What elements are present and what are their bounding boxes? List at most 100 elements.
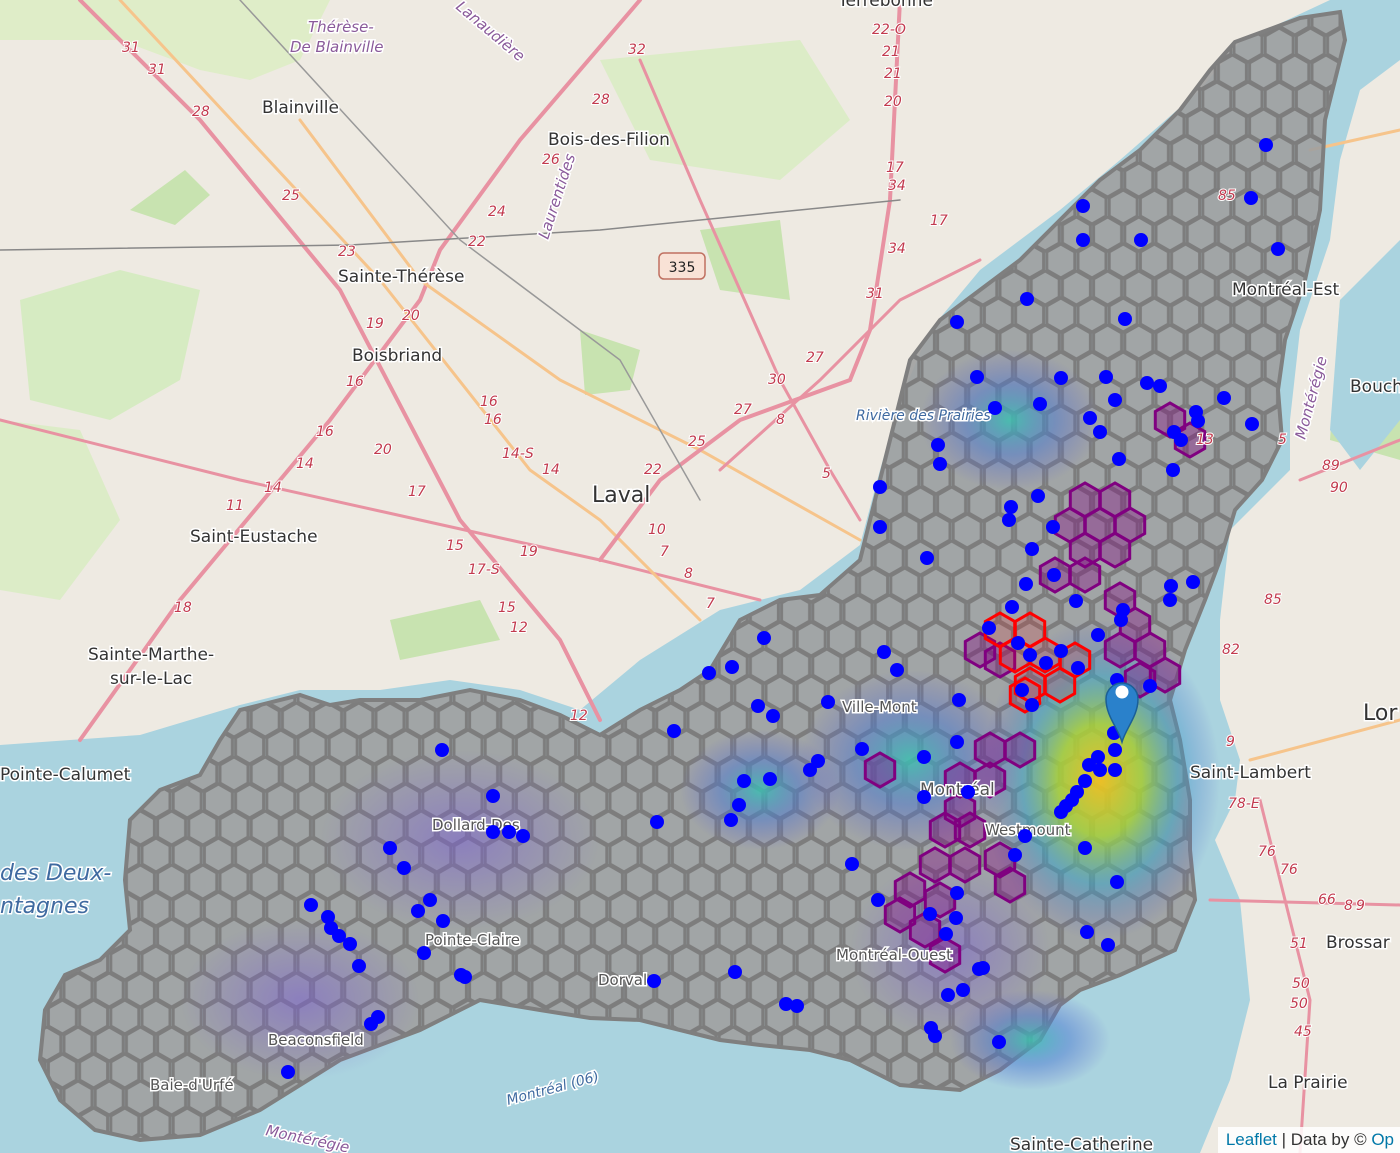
data-point[interactable] bbox=[931, 438, 945, 452]
data-point[interactable] bbox=[1191, 414, 1205, 428]
data-point[interactable] bbox=[725, 660, 739, 674]
data-point[interactable] bbox=[757, 631, 771, 645]
data-point[interactable] bbox=[933, 457, 947, 471]
data-point[interactable] bbox=[737, 774, 751, 788]
data-point[interactable] bbox=[1108, 743, 1122, 757]
data-point[interactable] bbox=[1164, 579, 1178, 593]
data-point[interactable] bbox=[917, 790, 931, 804]
data-point[interactable] bbox=[1143, 679, 1157, 693]
data-point[interactable] bbox=[873, 480, 887, 494]
data-point[interactable] bbox=[383, 841, 397, 855]
data-point[interactable] bbox=[1174, 433, 1188, 447]
data-point[interactable] bbox=[890, 663, 904, 677]
data-point[interactable] bbox=[949, 911, 963, 925]
data-point[interactable] bbox=[920, 551, 934, 565]
data-point[interactable] bbox=[763, 772, 777, 786]
data-point[interactable] bbox=[1093, 763, 1107, 777]
data-point[interactable] bbox=[1054, 371, 1068, 385]
data-point[interactable] bbox=[458, 970, 472, 984]
data-point[interactable] bbox=[1099, 370, 1113, 384]
data-point[interactable] bbox=[855, 742, 869, 756]
data-point[interactable] bbox=[364, 1017, 378, 1031]
data-point[interactable] bbox=[1118, 312, 1132, 326]
data-point[interactable] bbox=[1108, 393, 1122, 407]
data-point[interactable] bbox=[988, 401, 1002, 415]
data-point[interactable] bbox=[304, 898, 318, 912]
map-canvas[interactable]: Terrebonne Thérèse- De Blainville Lanaud… bbox=[0, 0, 1400, 1153]
data-point[interactable] bbox=[1163, 593, 1177, 607]
data-point[interactable] bbox=[1031, 489, 1045, 503]
data-point[interactable] bbox=[281, 1065, 295, 1079]
data-point[interactable] bbox=[1033, 397, 1047, 411]
data-point[interactable] bbox=[435, 743, 449, 757]
data-point[interactable] bbox=[1076, 199, 1090, 213]
data-point[interactable] bbox=[352, 959, 366, 973]
data-point[interactable] bbox=[502, 825, 516, 839]
data-point[interactable] bbox=[1008, 848, 1022, 862]
data-point[interactable] bbox=[766, 709, 780, 723]
data-point[interactable] bbox=[1134, 233, 1148, 247]
data-point[interactable] bbox=[1271, 242, 1285, 256]
data-point[interactable] bbox=[650, 815, 664, 829]
data-point[interactable] bbox=[1004, 500, 1018, 514]
data-point[interactable] bbox=[1112, 452, 1126, 466]
data-point[interactable] bbox=[1019, 577, 1033, 591]
data-point[interactable] bbox=[1114, 613, 1128, 627]
data-point[interactable] bbox=[1069, 594, 1083, 608]
data-point[interactable] bbox=[1078, 841, 1092, 855]
data-point[interactable] bbox=[877, 645, 891, 659]
data-point[interactable] bbox=[436, 914, 450, 928]
data-point[interactable] bbox=[939, 927, 953, 941]
data-point[interactable] bbox=[992, 1035, 1006, 1049]
data-point[interactable] bbox=[956, 983, 970, 997]
data-point[interactable] bbox=[728, 965, 742, 979]
data-point[interactable] bbox=[411, 904, 425, 918]
data-point[interactable] bbox=[873, 520, 887, 534]
data-point[interactable] bbox=[952, 693, 966, 707]
data-point[interactable] bbox=[724, 813, 738, 827]
data-point[interactable] bbox=[970, 370, 984, 384]
data-point[interactable] bbox=[1011, 636, 1025, 650]
data-point[interactable] bbox=[803, 763, 817, 777]
data-point[interactable] bbox=[976, 961, 990, 975]
data-point[interactable] bbox=[417, 946, 431, 960]
data-point[interactable] bbox=[516, 829, 530, 843]
data-point[interactable] bbox=[1091, 628, 1105, 642]
data-point[interactable] bbox=[1002, 513, 1016, 527]
data-point[interactable] bbox=[1039, 656, 1053, 670]
data-point[interactable] bbox=[950, 886, 964, 900]
data-point[interactable] bbox=[1025, 698, 1039, 712]
data-point[interactable] bbox=[950, 315, 964, 329]
data-point[interactable] bbox=[1186, 575, 1200, 589]
data-point[interactable] bbox=[1083, 411, 1097, 425]
data-point[interactable] bbox=[1093, 425, 1107, 439]
data-point[interactable] bbox=[647, 974, 661, 988]
data-point[interactable] bbox=[423, 893, 437, 907]
data-point[interactable] bbox=[1259, 138, 1273, 152]
data-point[interactable] bbox=[1091, 750, 1105, 764]
data-point[interactable] bbox=[982, 621, 996, 635]
data-point[interactable] bbox=[1059, 799, 1073, 813]
data-point[interactable] bbox=[702, 666, 716, 680]
data-point[interactable] bbox=[1245, 417, 1259, 431]
data-point[interactable] bbox=[1153, 379, 1167, 393]
data-point[interactable] bbox=[1140, 376, 1154, 390]
data-point[interactable] bbox=[1071, 661, 1085, 675]
data-point[interactable] bbox=[950, 735, 964, 749]
data-point[interactable] bbox=[1080, 925, 1094, 939]
data-point[interactable] bbox=[917, 750, 931, 764]
data-point[interactable] bbox=[1076, 233, 1090, 247]
data-point[interactable] bbox=[961, 785, 975, 799]
data-point[interactable] bbox=[486, 789, 500, 803]
data-point[interactable] bbox=[923, 907, 937, 921]
data-point[interactable] bbox=[1054, 644, 1068, 658]
data-point[interactable] bbox=[1023, 648, 1037, 662]
data-point[interactable] bbox=[1046, 520, 1060, 534]
data-point[interactable] bbox=[941, 988, 955, 1002]
data-point[interactable] bbox=[790, 999, 804, 1013]
data-point[interactable] bbox=[1166, 463, 1180, 477]
data-point[interactable] bbox=[1025, 542, 1039, 556]
data-point[interactable] bbox=[1110, 875, 1124, 889]
leaflet-link[interactable]: Leaflet bbox=[1226, 1130, 1277, 1149]
data-point[interactable] bbox=[871, 893, 885, 907]
